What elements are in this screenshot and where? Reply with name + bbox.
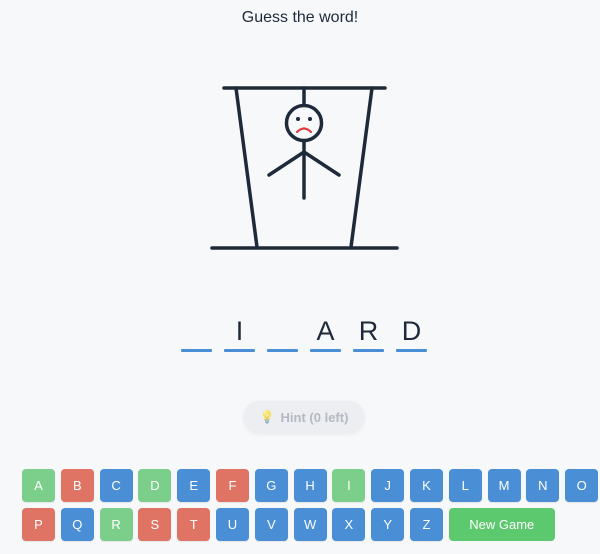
key-r[interactable]: R [99,508,133,541]
key-u[interactable]: U [215,508,249,541]
stickman-left-arm [267,150,306,177]
key-o[interactable]: O [565,469,599,502]
word-display: I A R D [181,314,427,352]
lightbulb-icon: 💡 [259,410,275,424]
letter-slot: D [396,314,427,352]
letter-slot: A [310,314,341,352]
key-p[interactable]: P [22,508,55,541]
key-l[interactable]: L [448,469,482,502]
stickman-right-eye [308,117,312,121]
key-h[interactable]: H [293,469,327,502]
key-v[interactable]: V [254,508,288,541]
key-a[interactable]: A [22,469,55,502]
letter-keyboard: A B C D E F G H I J K L M N O P Q R S T U V W X Y Z New Game [22,469,599,541]
key-s[interactable]: S [138,508,172,541]
gallows-right-post [349,86,374,249]
key-k[interactable]: K [409,469,443,502]
letter-slot [267,314,298,352]
key-d[interactable]: D [138,469,172,502]
gallows-left-post [234,86,259,249]
key-m[interactable]: M [487,469,521,502]
key-n[interactable]: N [526,469,560,502]
stickman-head [284,103,324,143]
key-c[interactable]: C [99,469,133,502]
letter-slot [181,314,212,352]
new-game-button[interactable]: New Game [448,508,555,541]
hangman-drawing [210,86,399,250]
key-e[interactable]: E [177,469,211,502]
stickman-left-eye [296,117,300,121]
stickman-frown [295,127,313,134]
letter-slot: R [353,314,384,352]
key-f[interactable]: F [215,469,249,502]
hint-label: Hint (0 left) [280,409,349,425]
key-z[interactable]: Z [409,508,443,541]
key-b[interactable]: B [60,469,94,502]
stickman-right-arm [302,150,341,177]
letter-slot: I [224,314,255,352]
key-w[interactable]: W [293,508,327,541]
key-t[interactable]: T [177,508,211,541]
key-j[interactable]: J [371,469,405,502]
key-x[interactable]: X [332,508,366,541]
key-q[interactable]: Q [60,508,94,541]
hint-button[interactable]: 💡 Hint (0 left) [244,401,364,433]
key-y[interactable]: Y [371,508,405,541]
key-i[interactable]: I [332,469,366,502]
key-g[interactable]: G [254,469,288,502]
